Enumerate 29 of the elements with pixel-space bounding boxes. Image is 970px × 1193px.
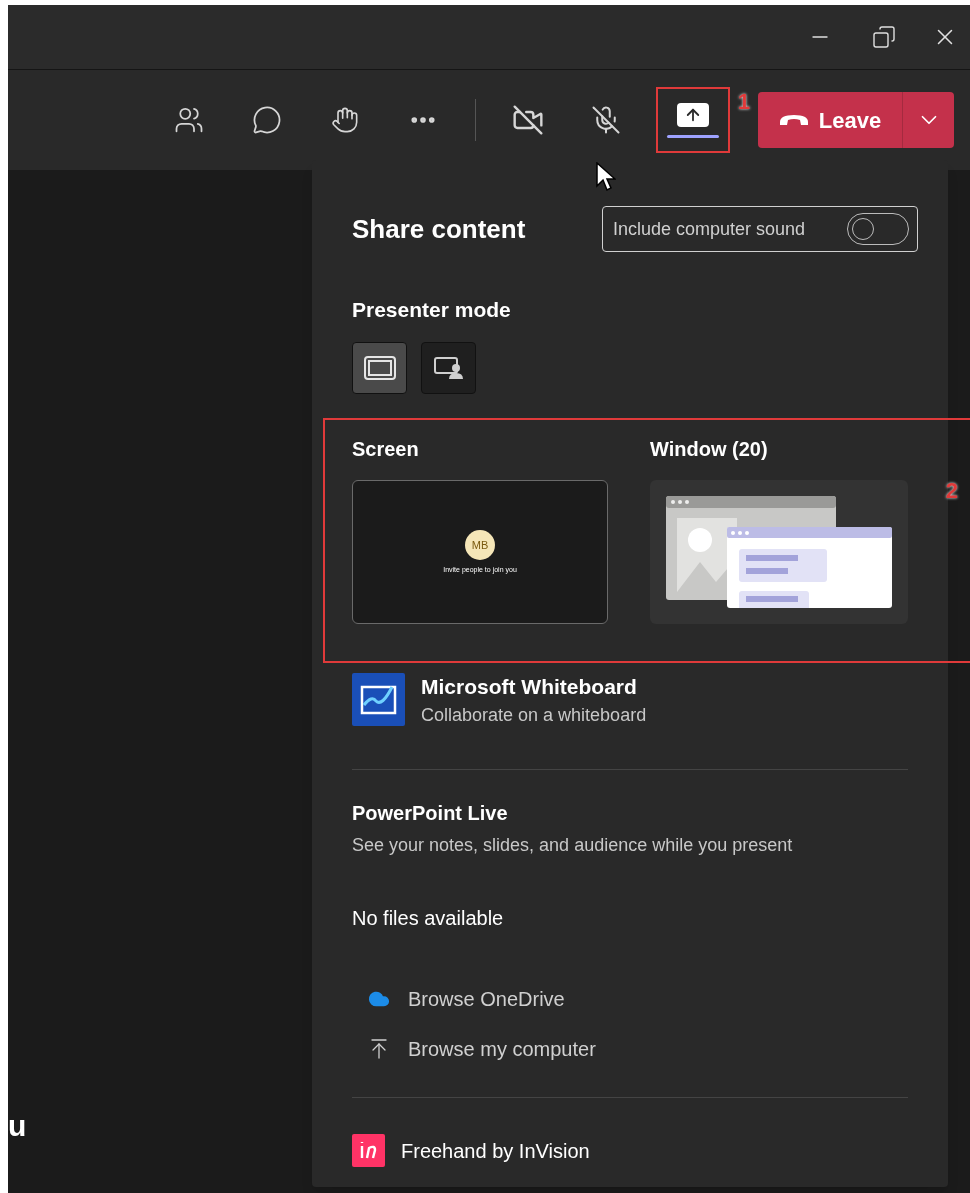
- presenter-mode-button[interactable]: [352, 341, 407, 394]
- freehand-option[interactable]: Freehand by InVision: [352, 1134, 908, 1167]
- presenter-mode-button[interactable]: [421, 341, 476, 394]
- invision-logo-icon: [352, 1134, 385, 1167]
- option-title: Microsoft Whiteboard: [421, 673, 638, 700]
- source-label: Screen: [352, 436, 420, 462]
- whiteboard-icon: [352, 673, 405, 727]
- window-thumbnail[interactable]: [650, 479, 908, 624]
- whiteboard-option[interactable]: Microsoft Whiteboard Collaborate on a whiteboard: [352, 670, 908, 729]
- browse-link[interactable]: Browse my computer: [366, 1035, 908, 1063]
- empty-message: No files available: [352, 906, 505, 931]
- toggle-label: Include computer sound: [613, 217, 806, 241]
- mouse-pointer-icon: [596, 162, 616, 192]
- restore-icon[interactable]: [872, 25, 896, 49]
- section-heading: PowerPoint Live: [352, 801, 509, 826]
- annotation-number: 2: [945, 476, 958, 505]
- leave-button[interactable]: Leave: [758, 92, 902, 148]
- section-subtitle: See your notes, slides, and audience while you present: [352, 834, 794, 857]
- source-label: Window (20): [650, 436, 769, 462]
- hang-up-icon: [778, 114, 809, 126]
- avatar: MB: [465, 530, 495, 560]
- option-subtitle: Collaborate on a whiteboard: [421, 704, 647, 727]
- screen-frame-icon: [363, 355, 396, 380]
- screen-person-icon: [433, 355, 464, 380]
- section-heading: Presenter mode: [352, 297, 512, 323]
- browse-link[interactable]: Browse OneDrive: [366, 985, 908, 1013]
- panel-title: Share content: [352, 212, 526, 246]
- background-text: u: [8, 1111, 28, 1141]
- annotation-number: 1: [737, 88, 750, 116]
